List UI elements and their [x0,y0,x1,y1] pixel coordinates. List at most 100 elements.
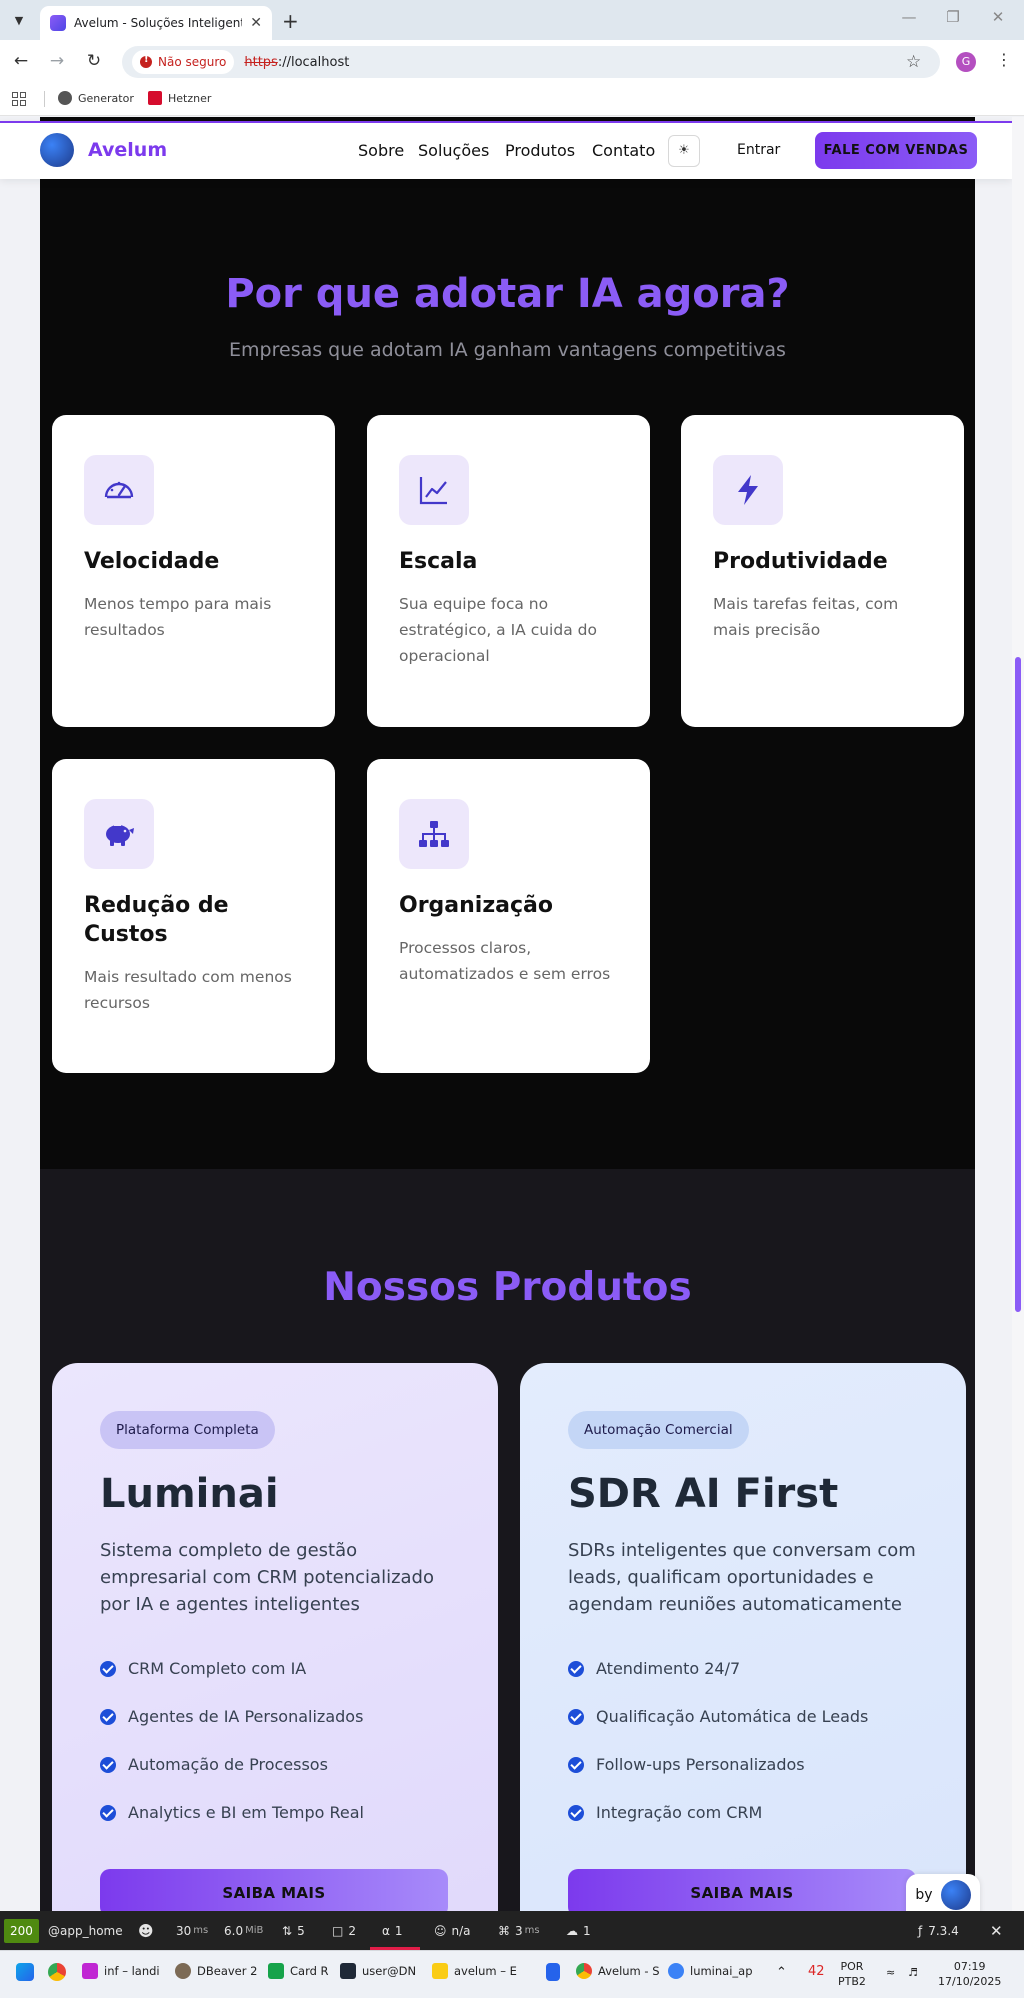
contact-sales-button[interactable]: FALE COM VENDAS [815,132,977,169]
nav-produtos[interactable]: Produtos [505,141,575,160]
page-scrollbar[interactable] [1012,117,1024,1911]
feature-card-produtividade: Produtividade Mais tarefas feitas, com m… [681,415,964,727]
forms-panel[interactable]: □ 2 [332,1911,356,1950]
feature-title: Redução de Custos [84,893,229,947]
route-name[interactable]: @app_home [48,1911,123,1950]
clock-date: 17/10/2025 [938,1975,1002,1988]
taskbar-app-card[interactable]: Card R [268,1963,329,1979]
product-feature: Automação de Processos [100,1755,328,1774]
tab-search-icon[interactable]: ▼ [6,8,32,32]
feature-card-organizacao: Organização Processos claros, automatiza… [367,759,650,1073]
user-icon: ☺ [434,1923,447,1938]
twig-panel[interactable]: ⌘ 3 ms [498,1911,540,1950]
close-window-icon[interactable]: ✕ [983,8,1013,26]
forward-icon[interactable]: → [46,51,68,71]
wifi-icon[interactable]: ≈ [886,1965,895,1980]
reload-icon[interactable]: ↻ [83,51,105,71]
taskbar-app-luminai[interactable]: luminai_ap [668,1963,753,1979]
status-code-badge[interactable]: 200 [4,1919,39,1943]
by-avelum-badge[interactable]: by [906,1874,980,1911]
by-label: by [915,1887,933,1903]
taskbar-app-dbeaver[interactable]: DBeaver 2 [175,1963,257,1979]
product-title: Luminai [100,1471,279,1517]
ghost-icon[interactable]: ☻ [138,1911,154,1950]
windows-start-icon[interactable] [16,1963,34,1981]
sort-arrows-icon: ⇅ [282,1923,293,1938]
browser-menu-icon[interactable]: ⋮ [996,50,1012,69]
security-indicator[interactable]: Não seguro [132,50,235,74]
requests-panel[interactable]: ⇅ 5 [282,1911,305,1950]
windows-taskbar: inf – landi DBeaver 2 Card R user@DN ave… [0,1950,1024,1998]
symfony-logo-icon: ƒ [918,1923,923,1938]
twig-time: 3 [515,1923,523,1938]
restore-icon[interactable]: ❐ [938,8,968,26]
time-unit: ms [193,1925,209,1936]
cloud-upload-icon: ☁ [566,1923,578,1938]
apps-grid-icon[interactable] [12,92,26,106]
bookmark-star-icon[interactable]: ☆ [906,52,921,72]
back-icon[interactable]: ← [10,51,32,71]
product-badge: Automação Comercial [568,1411,749,1449]
language-indicator[interactable]: POR PTB2 [838,1959,866,1989]
chrome-icon[interactable] [48,1963,66,1981]
page-viewport: Avelum Sobre Soluções Produtos Contato ☀… [0,117,1012,1911]
translation-panel[interactable]: α1 [382,1911,403,1950]
show-hidden-icons-chevron-icon[interactable]: ⌃ [776,1965,787,1980]
symfony-debug-toolbar: 200 @app_home ☻ 30 ms 6.0 MiB ⇅ 5 □ 2 α1 ☺ n/… [0,1911,1024,1950]
app-icon [268,1963,284,1979]
feature-card-reducao-custos: Redução de Custos Mais resultado com men… [52,759,335,1073]
volume-icon[interactable]: ♬ [908,1965,918,1980]
close-toolbar-icon[interactable]: ✕ [990,1911,1003,1950]
weather-value[interactable]: 42 [808,1964,825,1979]
chrome-icon [576,1963,592,1979]
taskbar-app-inf[interactable]: inf – landi [82,1963,160,1979]
notepad-icon[interactable] [546,1963,560,1981]
product-feature: Agentes de IA Personalizados [100,1707,363,1726]
version-label: 7.3.4 [928,1923,959,1938]
theme-toggle-sun-icon[interactable]: ☀ [668,135,700,167]
profile-avatar[interactable]: G [956,52,976,72]
bookmarks-bar: Generator Hetzner [0,82,1024,116]
translation-count: 1 [394,1923,403,1938]
check-icon [100,1804,116,1821]
nav-solucoes[interactable]: Soluções [418,141,489,160]
taskbar-app-label: inf – landi [104,1964,160,1978]
taskbar-app-explorer[interactable]: avelum – E [432,1963,517,1979]
product-card-sdr-ai-first: Automação Comercial SDR AI First SDRs in… [520,1363,966,1911]
products-title: Nossos Produtos [323,1265,692,1310]
product-card-luminai: Plataforma Completa Luminai Sistema comp… [52,1363,498,1911]
memory-usage[interactable]: 6.0 MiB [224,1911,263,1950]
login-link[interactable]: Entrar [737,142,780,158]
tab-title: Avelum - Soluções Inteligentes [74,16,243,30]
address-bar[interactable]: Não seguro https://localhost [122,46,940,78]
logo-text[interactable]: Avelum [88,139,167,161]
scrollbar-thumb[interactable] [1015,657,1021,1312]
bookmark-label: Hetzner [168,91,212,105]
close-tab-icon[interactable]: ✕ [250,15,262,31]
nav-contato[interactable]: Contato [592,141,655,160]
taskbar-app-chrome-avelum[interactable]: Avelum - S [576,1963,660,1979]
minimize-icon[interactable]: — [894,8,924,26]
saiba-mais-button[interactable]: SAIBA MAIS [568,1869,916,1911]
nav-sobre[interactable]: Sobre [358,141,404,160]
request-time[interactable]: 30 ms [176,1911,208,1950]
saiba-mais-button[interactable]: SAIBA MAIS [100,1869,448,1911]
memory-value: 6.0 [224,1923,244,1938]
url-host: ://localhost [277,54,350,70]
bookmark-hetzner[interactable]: Hetzner [148,91,211,105]
bookmark-label: Generator [78,91,134,105]
clock[interactable]: 07:19 17/10/2025 [938,1959,1001,1989]
security-label: Não seguro [158,55,227,69]
taskbar-app-terminal[interactable]: user@DN [340,1963,416,1979]
new-tab-icon[interactable]: + [282,9,299,33]
uploads-count: 1 [583,1923,591,1938]
site-header: Avelum Sobre Soluções Produtos Contato ☀… [0,121,1012,179]
avelum-logo-icon[interactable] [40,133,74,167]
symfony-version[interactable]: ƒ 7.3.4 [918,1911,959,1950]
uploads-panel[interactable]: ☁ 1 [566,1911,591,1950]
security-panel[interactable]: ☺ n/a [434,1911,471,1950]
browser-tab[interactable]: Avelum - Soluções Inteligentes ✕ [40,6,272,40]
feature-label: Atendimento 24/7 [596,1659,741,1678]
bookmark-generator[interactable]: Generator [58,91,134,105]
memory-unit: MiB [245,1925,264,1936]
